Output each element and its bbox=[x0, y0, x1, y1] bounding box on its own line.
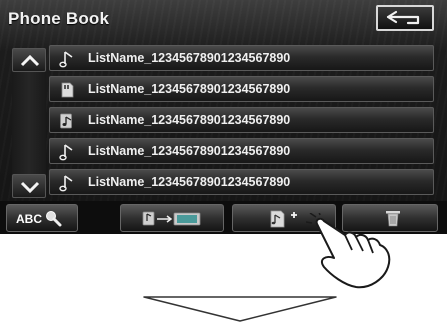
abc-label: ABC bbox=[16, 212, 42, 226]
copy-to-device-button[interactable] bbox=[120, 204, 224, 232]
transition-arrow-icon bbox=[143, 296, 337, 322]
list-item-label: ListName_12345678901234567890 bbox=[88, 175, 291, 189]
list-item-label: ListName_12345678901234567890 bbox=[88, 144, 291, 158]
pointing-hand-icon bbox=[306, 213, 391, 289]
list-item-label: ListName_12345678901234567890 bbox=[88, 113, 291, 127]
back-arrow-icon bbox=[386, 10, 420, 25]
music-note-icon bbox=[59, 144, 73, 161]
list-item[interactable]: ListName_12345678901234567890 bbox=[49, 107, 434, 133]
scroll-up-button[interactable] bbox=[12, 48, 46, 72]
copy-to-device-icon bbox=[142, 211, 201, 226]
list-item-label: ListName_12345678901234567890 bbox=[88, 82, 291, 96]
add-entry-icon bbox=[270, 210, 297, 228]
music-note-icon bbox=[59, 175, 73, 192]
list-item[interactable]: ListName_12345678901234567890 bbox=[49, 138, 434, 164]
abc-search-icon bbox=[46, 211, 62, 227]
phone-book-screen: Phone Book ListName_12345678901234567890… bbox=[0, 0, 447, 234]
back-button[interactable] bbox=[376, 5, 434, 31]
chevron-up-icon bbox=[20, 54, 40, 67]
abc-search-button[interactable]: ABC bbox=[6, 204, 78, 232]
list-item[interactable]: ListName_12345678901234567890 bbox=[49, 45, 434, 71]
scroll-down-button[interactable] bbox=[12, 174, 46, 198]
device-music-icon bbox=[60, 113, 72, 129]
list-item[interactable]: ListName_12345678901234567890 bbox=[49, 169, 434, 195]
music-note-icon bbox=[59, 51, 73, 68]
sd-card-icon bbox=[61, 82, 74, 98]
list-item[interactable]: ListName_12345678901234567890 bbox=[49, 76, 434, 102]
page-title: Phone Book bbox=[8, 9, 110, 28]
list-item-label: ListName_12345678901234567890 bbox=[88, 51, 291, 65]
chevron-down-icon bbox=[20, 181, 40, 194]
